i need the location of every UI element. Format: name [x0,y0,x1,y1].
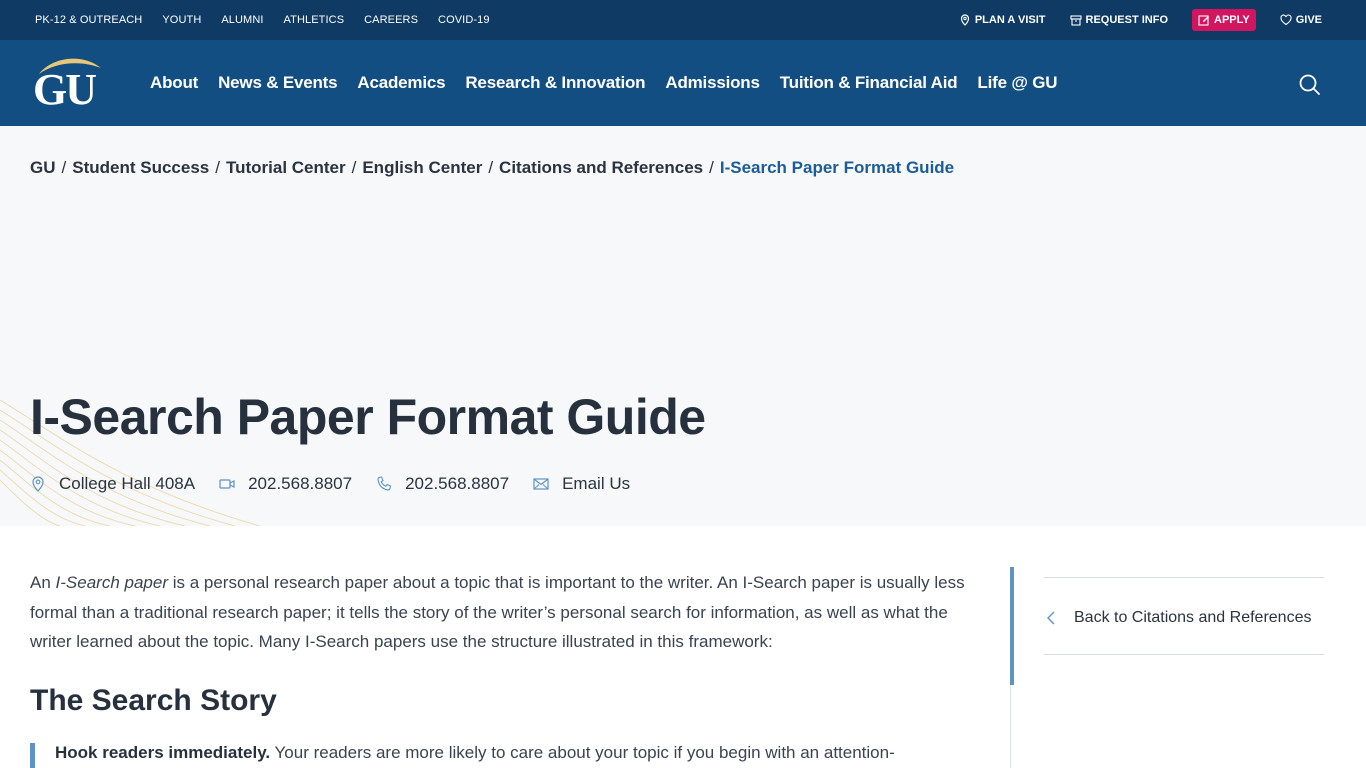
breadcrumb-student-success[interactable]: Student Success [72,158,209,178]
hook-bold: Hook readers immediately. [55,743,271,762]
location-pin-icon [960,14,969,26]
nav-academics[interactable]: Academics [357,73,445,93]
breadcrumb-gu[interactable]: GU [30,158,56,178]
contact-phone[interactable]: 202.568.8807 [376,474,509,494]
utility-links: PK-12 & OUTREACH YOUTH ALUMNI ATHLETICS … [35,0,490,40]
heart-icon [1280,14,1292,26]
utility-bar: PK-12 & OUTREACH YOUTH ALUMNI ATHLETICS … [0,0,1366,40]
breadcrumb-citations-references[interactable]: Citations and References [499,158,703,178]
utility-link-covid[interactable]: COVID-19 [438,14,490,26]
breadcrumb-separator: / [351,158,357,177]
plan-visit-link[interactable]: PLAN A VISIT [959,14,1046,26]
nav-tuition-financial-aid[interactable]: Tuition & Financial Aid [780,73,958,93]
breadcrumb-english-center[interactable]: English Center [362,158,482,178]
give-label: GIVE [1295,14,1322,26]
apply-label: APPLY [1214,14,1250,26]
utility-link-alumni[interactable]: ALUMNI [221,14,263,26]
utility-link-youth[interactable]: YOUTH [162,14,201,26]
contact-location: College Hall 408A [30,474,195,494]
utility-link-athletics[interactable]: ATHLETICS [284,14,345,26]
search-icon [1299,74,1320,95]
nav-news-events[interactable]: News & Events [218,73,337,93]
breadcrumb-separator: / [709,158,714,177]
hook-text: Your readers are more likely to care abo… [270,743,895,762]
breadcrumb-separator: / [488,158,494,177]
request-info-link[interactable]: REQUEST INFO [1069,14,1169,26]
contact-info: College Hall 408A 202.568.8807 202.568.8… [30,474,654,494]
back-to-citations-link[interactable]: Back to Citations and References [1046,609,1311,627]
phone-icon [377,476,392,491]
main-navigation: GU About News & Events Academics Researc… [0,40,1366,126]
intro-paragraph: An I-Search paper is a personal research… [30,568,975,657]
apply-button[interactable]: APPLY [1192,9,1256,31]
page-hero: GU / Student Success / Tutorial Center /… [0,126,1366,526]
page-title: I-Search Paper Format Guide [30,389,706,445]
contact-video-phone[interactable]: 202.568.8807 [219,474,352,494]
utility-link-pk12[interactable]: PK-12 & OUTREACH [35,14,142,26]
sidebar-divider-accent [1010,567,1014,685]
breadcrumb: GU / Student Success / Tutorial Center /… [30,158,954,178]
breadcrumb-separator: / [215,158,220,177]
chevron-left-icon [1047,611,1055,625]
plan-visit-label: PLAN A VISIT [974,14,1046,26]
contact-location-text: College Hall 408A [59,474,196,493]
edit-icon [1198,15,1210,26]
utility-link-careers[interactable]: CAREERS [364,14,418,26]
contact-email-text: Email Us [562,474,631,493]
main-content: An I-Search paper is a personal research… [30,568,975,768]
contact-phone-text: 202.568.8807 [405,474,510,493]
hook-callout: Hook readers immediately. Your readers a… [30,743,950,768]
contact-video-phone-text: 202.568.8807 [248,474,353,493]
primary-nav-links: About News & Events Academics Research &… [150,40,1058,126]
section-heading-search-story: The Search Story [30,683,277,717]
nav-admissions[interactable]: Admissions [665,73,760,93]
intro-rest: is a personal research paper about a top… [30,573,965,651]
breadcrumb-current[interactable]: I-Search Paper Format Guide [720,158,954,178]
search-button[interactable] [1298,73,1322,97]
nav-life-at-gu[interactable]: Life @ GU [977,73,1057,93]
intro-term: I-Search paper [55,573,168,592]
utility-actions: PLAN A VISIT REQUEST INFO APPLY GIVE [935,0,1322,40]
back-link-label: Back to Citations and References [1074,609,1312,626]
envelope-icon [533,478,549,490]
nav-research-innovation[interactable]: Research & Innovation [465,73,645,93]
intro-prefix: An [30,573,56,592]
video-camera-icon [219,479,235,489]
request-info-label: REQUEST INFO [1085,14,1169,26]
breadcrumb-separator: / [61,158,67,177]
sidebar-rule-top [1044,577,1324,578]
location-pin-icon [32,476,44,492]
logo-text: GU [33,65,97,114]
give-link[interactable]: GIVE [1280,14,1322,26]
contact-email[interactable]: Email Us [533,474,630,494]
sidebar-rule-bottom [1044,654,1324,655]
archive-box-icon [1069,15,1082,26]
breadcrumb-tutorial-center[interactable]: Tutorial Center [226,158,346,178]
nav-about[interactable]: About [150,73,198,93]
university-logo[interactable]: GU [33,54,103,114]
